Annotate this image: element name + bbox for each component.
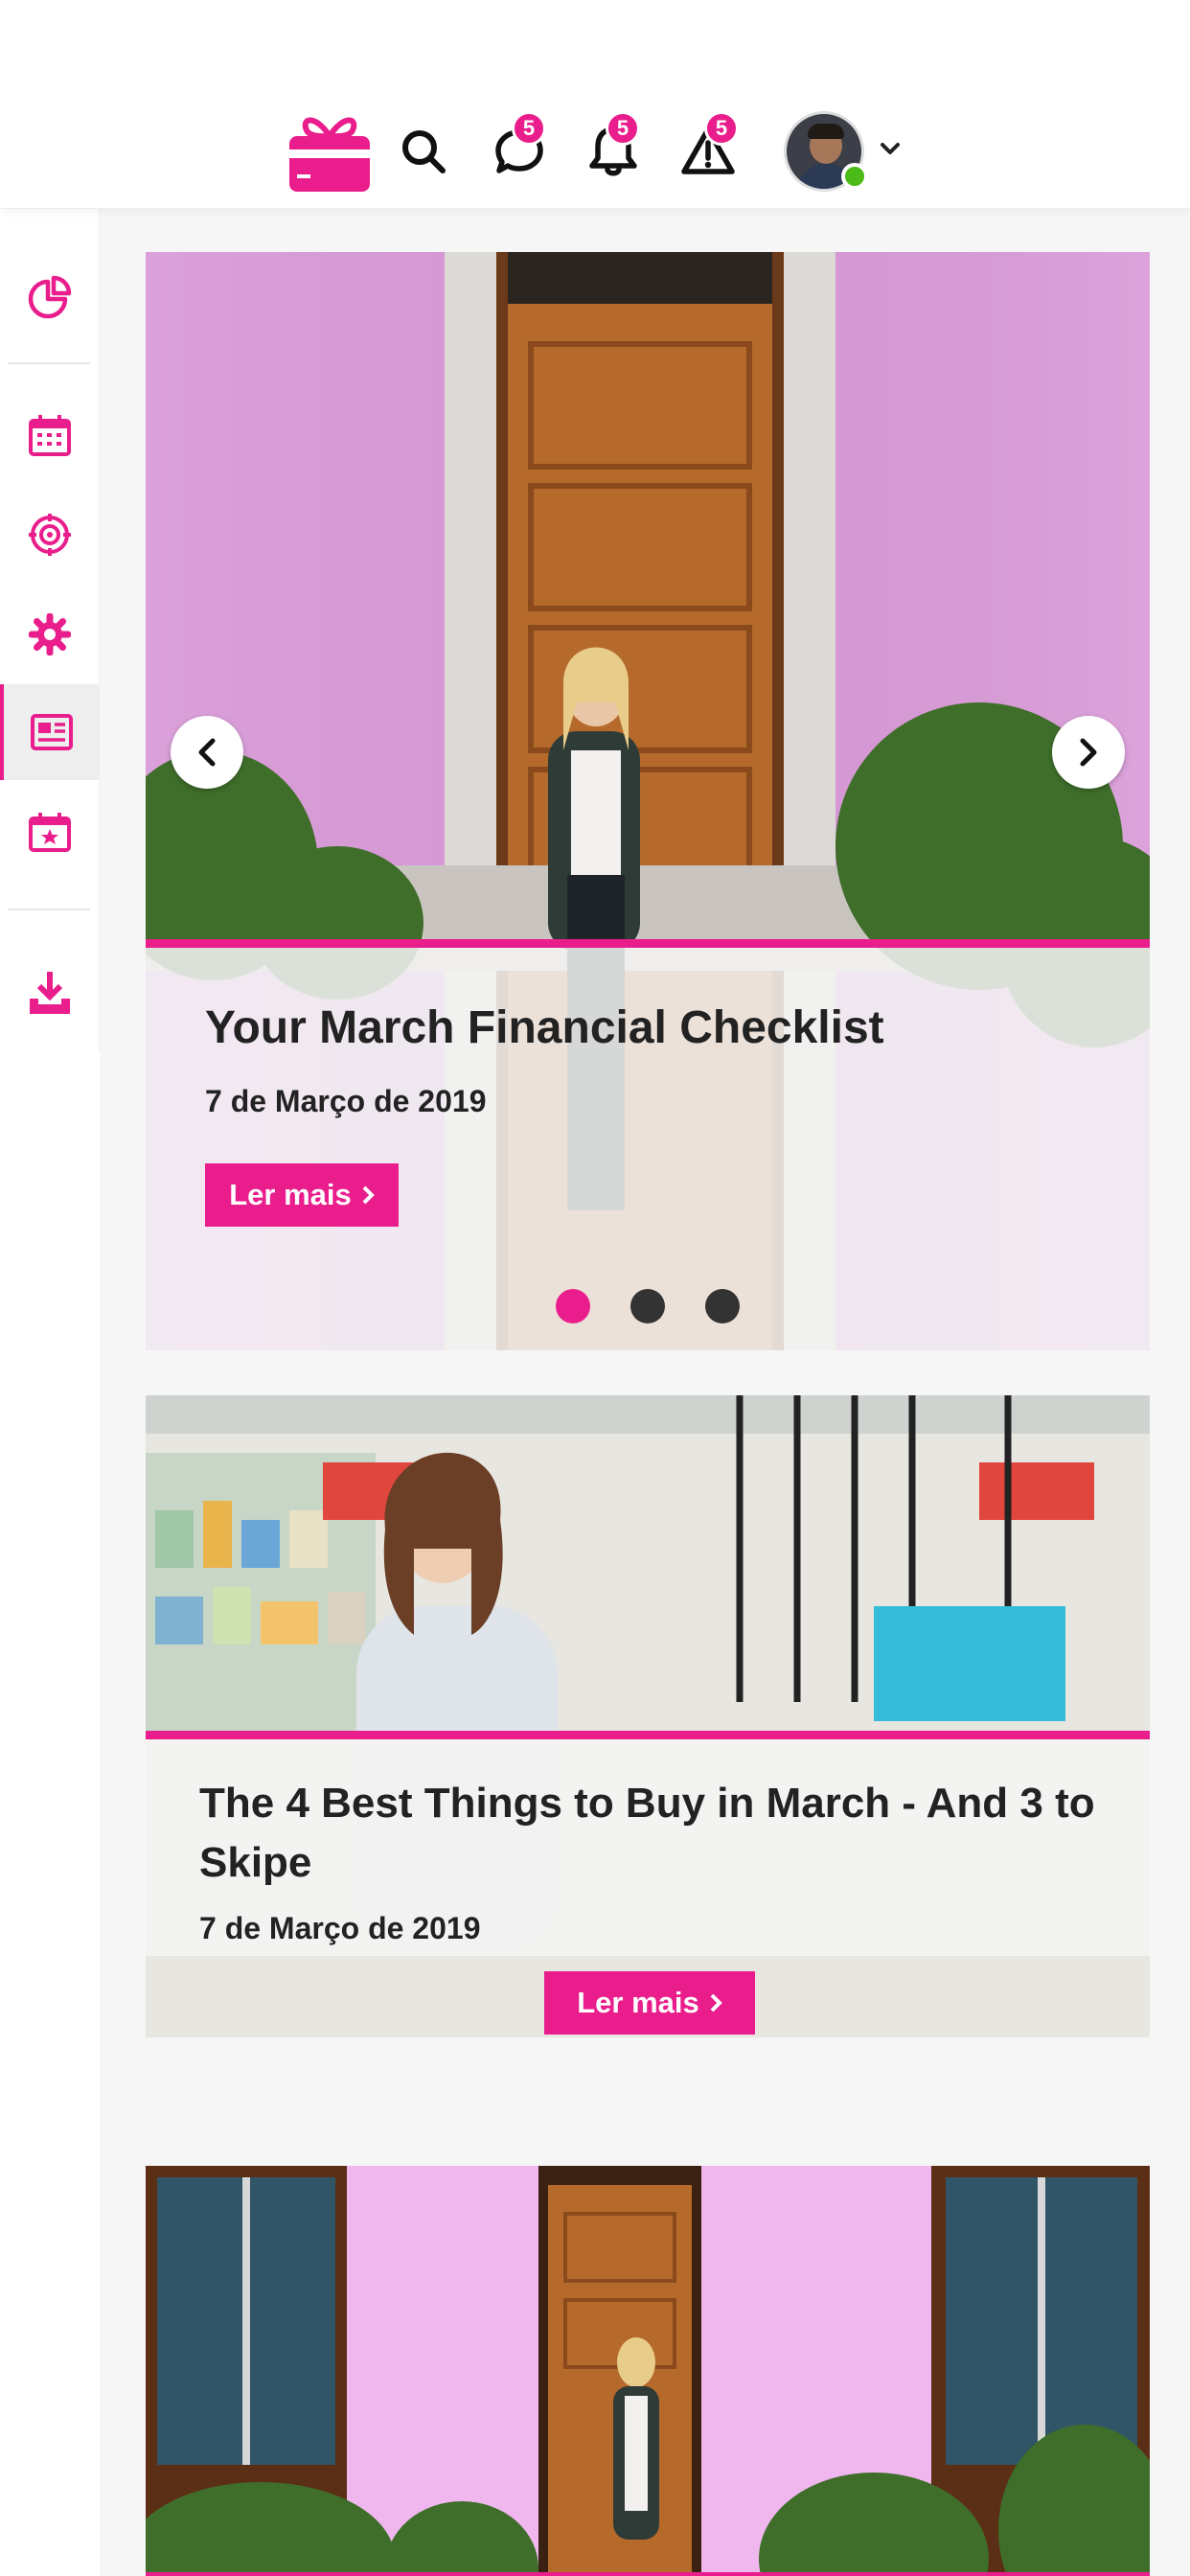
carousel-date: 7 de Março de 2019 (205, 1084, 487, 1118)
card-accent-line (146, 1731, 1150, 1739)
notifications-badge: 5 (606, 111, 640, 146)
read-more-label: Ler mais (229, 1178, 352, 1211)
sidebar-divider (8, 362, 90, 364)
online-status-icon (841, 163, 868, 190)
card-accent-line (146, 2572, 1150, 2576)
sidebar-item-download[interactable] (0, 945, 100, 1041)
chevron-right-icon (710, 1993, 722, 2012)
calendar-star-icon (29, 813, 71, 852)
sidebar-item-settings[interactable] (0, 586, 100, 682)
read-more-button[interactable]: Ler mais (205, 1163, 399, 1227)
chevron-right-icon (1080, 738, 1097, 767)
card-accent-line (146, 939, 1150, 948)
newspaper-icon (31, 714, 73, 750)
article-title: The 4 Best Things to Buy in March - And … (199, 1780, 1095, 1886)
alerts-badge: 5 (704, 111, 739, 146)
calendar-icon (29, 415, 71, 456)
article-date: 7 de Março de 2019 (199, 1911, 481, 1945)
sidebar-item-calendar[interactable] (0, 387, 100, 483)
carousel-dot-3[interactable] (705, 1289, 740, 1323)
pie-chart-icon (28, 275, 72, 319)
carousel-dot-2[interactable] (630, 1289, 665, 1323)
chevron-left-icon (198, 738, 216, 767)
sidebar (0, 209, 100, 1052)
carousel-next-button[interactable] (1052, 716, 1125, 789)
featured-carousel: Your March Financial Checklist 7 de Març… (146, 252, 1150, 1350)
article-image (146, 2166, 1150, 2576)
carousel-prev-button[interactable] (171, 716, 243, 789)
download-icon (30, 972, 70, 1014)
carousel-title: Your March Financial Checklist (205, 1002, 884, 1053)
read-more-button[interactable]: Ler mais (544, 1971, 755, 2035)
gear-icon (29, 613, 71, 656)
read-more-label: Ler mais (577, 1986, 699, 2019)
chat-badge: 5 (512, 111, 546, 146)
carousel-dot-1[interactable] (556, 1289, 590, 1323)
sidebar-divider (8, 908, 90, 910)
sidebar-item-events[interactable] (0, 784, 100, 880)
article-card: The 4 Best Things to Buy in March - And … (146, 1395, 1150, 2037)
sidebar-item-news[interactable] (0, 684, 100, 780)
target-icon (29, 514, 71, 556)
top-bar: 5 5 5 (0, 0, 1190, 209)
gift-card-icon[interactable] (287, 107, 372, 194)
article-card (146, 2166, 1150, 2576)
sidebar-item-dashboard[interactable] (0, 249, 100, 345)
chevron-right-icon (362, 1185, 375, 1205)
search-icon[interactable] (397, 125, 450, 178)
sidebar-item-goals[interactable] (0, 487, 100, 583)
chevron-down-icon[interactable] (878, 136, 903, 161)
main-content: Your March Financial Checklist 7 de Març… (100, 209, 1190, 2576)
